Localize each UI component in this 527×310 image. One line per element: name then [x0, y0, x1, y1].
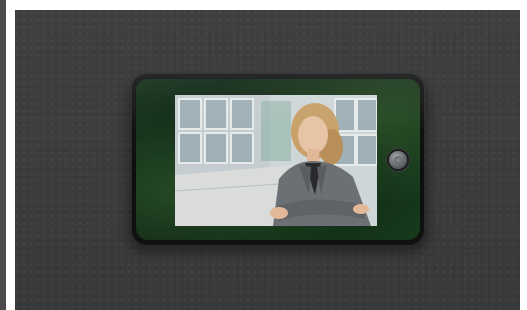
left-edge-strip	[0, 0, 6, 310]
screen-photo	[175, 95, 377, 226]
home-button	[389, 151, 407, 169]
device-display-screen	[175, 95, 377, 226]
peephole-viewer-device	[131, 72, 425, 246]
photo-scene	[0, 0, 527, 310]
